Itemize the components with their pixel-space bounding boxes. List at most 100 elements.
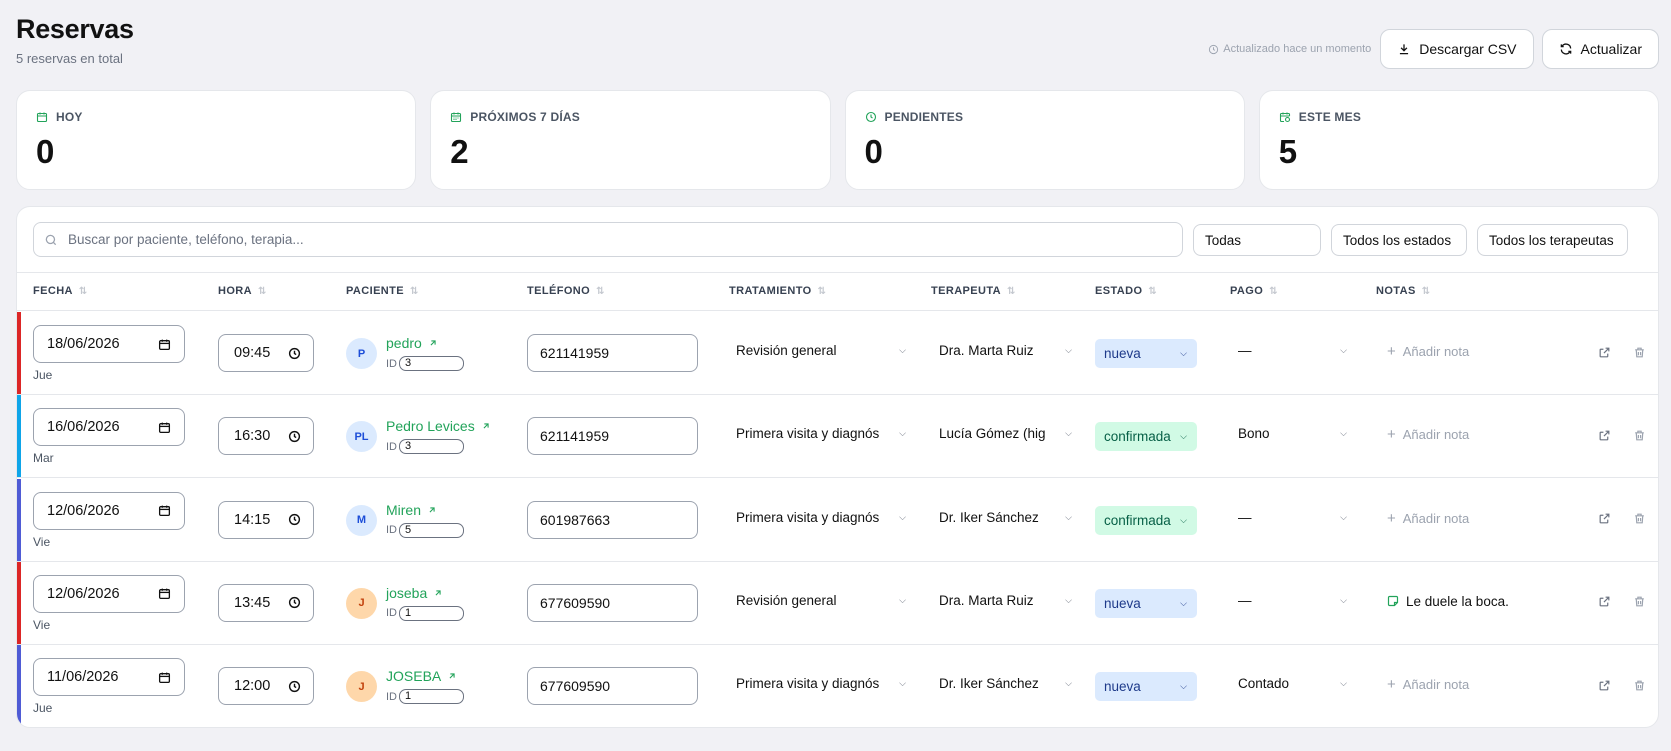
patient-id: ID 1 bbox=[386, 689, 464, 705]
column-header-patient[interactable]: PACIENTE ⇅ bbox=[346, 285, 419, 297]
plus-icon: + bbox=[1387, 509, 1396, 527]
add-note-button[interactable]: + Añadir nota bbox=[1387, 344, 1469, 359]
delete-booking-button[interactable] bbox=[1629, 675, 1649, 695]
time-input[interactable]: 13:45 bbox=[218, 583, 314, 622]
patient-link[interactable]: JOSEBA bbox=[386, 668, 457, 684]
clock-icon[interactable] bbox=[288, 680, 301, 693]
patient-id-input[interactable]: 1 bbox=[399, 605, 464, 621]
column-header-treatment[interactable]: TRATAMIENTO ⇅ bbox=[729, 285, 826, 297]
phone-input[interactable]: 621141959 bbox=[527, 417, 698, 456]
status-select[interactable]: confirmada ⌵ bbox=[1095, 505, 1197, 535]
clock-icon[interactable] bbox=[288, 596, 301, 609]
add-note-button[interactable]: + Añadir nota bbox=[1387, 427, 1469, 442]
stat-card-pending: PENDIENTES 0 bbox=[844, 90, 1245, 190]
date-value: 12/06/2026 bbox=[47, 585, 120, 602]
date-input[interactable]: 12/06/2026 bbox=[33, 491, 185, 530]
time-input[interactable]: 14:15 bbox=[218, 500, 314, 539]
column-header-therapist[interactable]: TERAPEUTA ⇅ bbox=[931, 285, 1016, 297]
patient-link[interactable]: Miren bbox=[386, 502, 437, 518]
clock-icon[interactable] bbox=[288, 347, 301, 360]
delete-booking-button[interactable] bbox=[1629, 509, 1649, 529]
calendar-icon[interactable] bbox=[158, 421, 171, 434]
clock-icon[interactable] bbox=[288, 430, 301, 443]
open-booking-button[interactable] bbox=[1594, 425, 1614, 445]
delete-booking-button[interactable] bbox=[1629, 425, 1649, 445]
open-booking-button[interactable] bbox=[1594, 509, 1614, 529]
therapist-select[interactable]: Dr. Iker Sánchez ⌵ bbox=[939, 676, 1072, 691]
phone-input[interactable]: 677609590 bbox=[527, 667, 698, 706]
phone-input[interactable]: 621141959 bbox=[527, 334, 698, 372]
treatment-select[interactable]: Revisión general ⌵ bbox=[736, 593, 906, 608]
therapist-select[interactable]: Dra. Marta Ruiz ⌵ bbox=[939, 593, 1072, 608]
status-select[interactable]: nueva ⌵ bbox=[1095, 339, 1197, 368]
delete-booking-button[interactable] bbox=[1629, 592, 1649, 612]
calendar-icon[interactable] bbox=[158, 671, 171, 684]
calendar-icon[interactable] bbox=[158, 587, 171, 600]
add-note-label: Añadir nota bbox=[1402, 510, 1470, 526]
calendar-icon bbox=[36, 112, 48, 123]
time-value: 09:45 bbox=[234, 345, 271, 361]
patient-link[interactable]: Pedro Levices bbox=[386, 418, 491, 434]
note-text[interactable]: Le duele la boca. bbox=[1387, 594, 1509, 609]
patient-id-input[interactable]: 3 bbox=[399, 439, 464, 455]
therapist-select[interactable]: Lucía Gómez (hig ⌵ bbox=[939, 426, 1072, 441]
period-filter[interactable]: Todas bbox=[1193, 224, 1321, 256]
chevron-down-icon: ⌵ bbox=[1340, 428, 1347, 439]
column-header-payment[interactable]: PAGO ⇅ bbox=[1230, 285, 1278, 297]
column-header-phone[interactable]: TELÉFONO ⇅ bbox=[527, 285, 605, 297]
treatment-select[interactable]: Primera visita y diagnós ⌵ bbox=[736, 426, 906, 441]
column-header-status[interactable]: ESTADO ⇅ bbox=[1095, 285, 1157, 297]
payment-select[interactable]: — ⌵ bbox=[1238, 343, 1347, 358]
payment-select[interactable]: Bono ⌵ bbox=[1238, 426, 1347, 441]
calendar-range-icon bbox=[451, 112, 462, 123]
calendar-icon[interactable] bbox=[158, 504, 171, 517]
date-input[interactable]: 11/06/2026 bbox=[33, 658, 185, 697]
id-label: ID bbox=[386, 524, 397, 537]
open-booking-button[interactable] bbox=[1594, 342, 1614, 362]
payment-select[interactable]: — ⌵ bbox=[1238, 593, 1347, 608]
search-input[interactable]: Buscar por paciente, teléfono, terapia..… bbox=[33, 222, 1183, 257]
calendar-icon[interactable] bbox=[158, 338, 171, 351]
column-header-time[interactable]: HORA ⇅ bbox=[218, 285, 267, 297]
treatment-select[interactable]: Primera visita y diagnós ⌵ bbox=[736, 510, 906, 525]
phone-input[interactable]: 677609590 bbox=[527, 583, 698, 622]
open-booking-button[interactable] bbox=[1594, 675, 1614, 695]
delete-booking-button[interactable] bbox=[1629, 342, 1649, 362]
state-filter[interactable]: Todos los estados bbox=[1331, 224, 1467, 256]
patient-name: Miren bbox=[386, 501, 422, 518]
date-input[interactable]: 12/06/2026 bbox=[33, 574, 185, 613]
refresh-button[interactable]: Actualizar bbox=[1541, 29, 1659, 69]
external-link-icon bbox=[1599, 680, 1609, 691]
open-booking-button[interactable] bbox=[1594, 592, 1614, 612]
add-note-button[interactable]: + Añadir nota bbox=[1387, 511, 1469, 526]
download-csv-button[interactable]: Descargar CSV bbox=[1380, 29, 1534, 69]
stat-label: PRÓXIMOS 7 DÍAS bbox=[470, 110, 580, 124]
status-select[interactable]: nueva ⌵ bbox=[1095, 672, 1197, 702]
trash-icon bbox=[1634, 680, 1644, 691]
therapist-filter[interactable]: Todos los terapeutas bbox=[1477, 224, 1628, 256]
payment-select[interactable]: — ⌵ bbox=[1238, 510, 1347, 525]
patient-link[interactable]: pedro bbox=[386, 335, 438, 351]
phone-input[interactable]: 601987663 bbox=[527, 500, 698, 539]
add-note-button[interactable]: + Añadir nota bbox=[1387, 677, 1469, 692]
patient-id-input[interactable]: 1 bbox=[399, 689, 464, 705]
patient-id-input[interactable]: 5 bbox=[399, 522, 464, 538]
date-input[interactable]: 16/06/2026 bbox=[33, 408, 185, 447]
clock-icon[interactable] bbox=[288, 513, 301, 526]
patient-id-input[interactable]: 3 bbox=[399, 356, 464, 371]
time-input[interactable]: 12:00 bbox=[218, 667, 314, 706]
status-select[interactable]: confirmada ⌵ bbox=[1095, 422, 1197, 452]
table-row: 18/06/2026 Jue 09:45 P pedro ID 3 621141… bbox=[17, 312, 1658, 395]
status-select[interactable]: nueva ⌵ bbox=[1095, 588, 1197, 618]
therapist-select[interactable]: Dra. Marta Ruiz ⌵ bbox=[939, 343, 1072, 358]
time-input[interactable]: 16:30 bbox=[218, 417, 314, 456]
therapist-select[interactable]: Dr. Iker Sánchez ⌵ bbox=[939, 510, 1072, 525]
treatment-select[interactable]: Primera visita y diagnós ⌵ bbox=[736, 676, 906, 691]
time-input[interactable]: 09:45 bbox=[218, 334, 314, 372]
date-input[interactable]: 18/06/2026 bbox=[33, 325, 185, 363]
treatment-select[interactable]: Revisión general ⌵ bbox=[736, 343, 906, 358]
column-header-date[interactable]: FECHA ⇅ bbox=[33, 285, 88, 297]
column-header-notes[interactable]: NOTAS ⇅ bbox=[1376, 285, 1430, 297]
payment-select[interactable]: Contado ⌵ bbox=[1238, 676, 1347, 691]
patient-link[interactable]: joseba bbox=[386, 585, 443, 601]
